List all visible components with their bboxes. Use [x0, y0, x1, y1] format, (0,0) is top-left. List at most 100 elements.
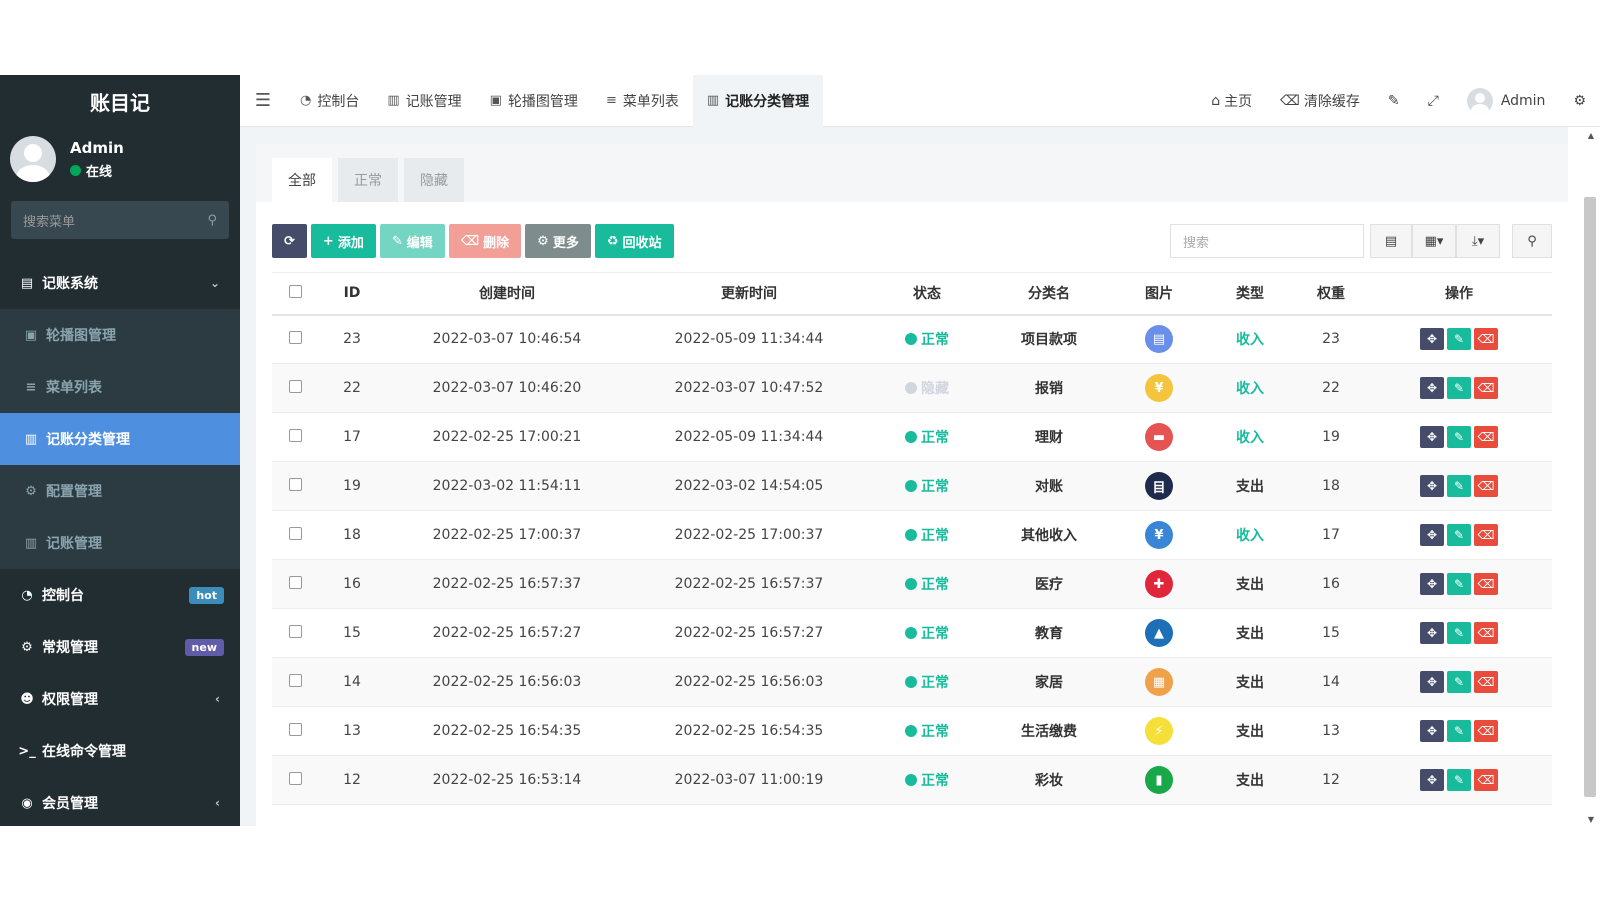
graduation-cap-icon[interactable]: ▲	[1145, 619, 1173, 647]
table-row[interactable]: 15 2022-02-25 16:57:27 2022-02-25 16:57:27…	[272, 608, 1552, 658]
col-image[interactable]: 图片	[1114, 272, 1204, 316]
col-status[interactable]: 状态	[870, 272, 984, 316]
yen-icon[interactable]: ¥	[1145, 521, 1173, 549]
cell-image[interactable]: ▲	[1114, 608, 1204, 658]
cell-image[interactable]: ¥	[1114, 363, 1204, 413]
cell-status[interactable]: 隐藏	[870, 363, 984, 413]
add-button[interactable]: + 添加	[310, 224, 376, 258]
drag-move-icon[interactable]: ✥	[1420, 720, 1444, 742]
fullscreen-button[interactable]: ⤢	[1414, 93, 1453, 109]
hamburger-menu-icon[interactable]: ☰	[240, 90, 286, 111]
sidebar-item-dashboard[interactable]: ◔ 控制台 hot	[0, 569, 240, 621]
col-name[interactable]: 分类名	[984, 272, 1114, 316]
cell-status[interactable]: 正常	[870, 412, 984, 462]
edit-row-button[interactable]: ✎	[1447, 377, 1471, 399]
document-icon[interactable]: ▤	[1145, 325, 1173, 354]
home-link[interactable]: ⌂ 主页	[1197, 91, 1266, 111]
tab-normal[interactable]: 正常	[338, 158, 398, 202]
row-checkbox[interactable]	[272, 559, 318, 609]
cell-image[interactable]: ¥	[1114, 510, 1204, 560]
cell-status[interactable]: 正常	[870, 461, 984, 511]
drag-move-icon[interactable]: ✥	[1420, 671, 1444, 693]
sidebar-item-config[interactable]: ⚙ 配置管理	[0, 465, 240, 517]
table-row[interactable]: 13 2022-02-25 16:54:35 2022-02-25 16:54:35…	[272, 706, 1552, 756]
receipt-icon[interactable]: ¥	[1145, 374, 1173, 402]
tab-menu-list[interactable]: ≡ 菜单列表	[592, 75, 693, 127]
sidebar-item-online-command[interactable]: >_ 在线命令管理	[0, 725, 240, 777]
sidebar-search-input[interactable]: 搜索菜单 ⚲	[11, 201, 229, 239]
drag-move-icon[interactable]: ✥	[1420, 573, 1444, 595]
tab-carousel[interactable]: ▣ 轮播图管理	[476, 75, 592, 127]
sidebar-item-general[interactable]: ⚙ 常规管理 new	[0, 621, 240, 673]
tab-accounting[interactable]: ▥ 记账管理	[373, 75, 475, 127]
delete-row-button[interactable]: ⌫	[1474, 377, 1498, 399]
lipstick-icon[interactable]: ▮	[1145, 766, 1173, 794]
tab-category-management[interactable]: ▥ 记账分类管理	[692, 75, 824, 127]
cell-status[interactable]: 正常	[870, 314, 984, 364]
col-created[interactable]: 创建时间	[386, 272, 628, 316]
delete-row-button[interactable]: ⌫	[1474, 328, 1498, 351]
tab-hidden[interactable]: 隐藏	[404, 158, 464, 202]
edit-row-button[interactable]: ✎	[1447, 524, 1471, 546]
page-scrollbar[interactable]: ▲ ▼	[1568, 127, 1600, 826]
cell-image[interactable]: ▮	[1114, 755, 1204, 805]
cell-image[interactable]: ▬	[1114, 412, 1204, 462]
ledger-icon[interactable]: 目	[1145, 472, 1173, 500]
cell-status[interactable]: 正常	[870, 510, 984, 560]
export-button[interactable]: ⤓▾	[1456, 224, 1500, 258]
row-checkbox[interactable]	[272, 510, 318, 560]
user-menu[interactable]: Admin	[1453, 88, 1560, 114]
sidebar-item-category-management[interactable]: ▥ 记账分类管理	[0, 413, 240, 465]
brand-logo[interactable]: 账目记	[0, 75, 240, 127]
refresh-button[interactable]: ⟳	[272, 224, 307, 258]
cell-status[interactable]: 正常	[870, 559, 984, 609]
sidebar-item-accounting[interactable]: ▥ 记账管理	[0, 517, 240, 569]
delete-row-button[interactable]: ⌫	[1474, 622, 1498, 644]
table-row[interactable]: 19 2022-03-02 11:54:11 2022-03-02 14:54:05…	[272, 461, 1552, 511]
cell-image[interactable]: ▦	[1114, 657, 1204, 707]
edit-row-button[interactable]: ✎	[1447, 720, 1471, 742]
delete-row-button[interactable]: ⌫	[1474, 769, 1498, 791]
table-search-input[interactable]: 搜索	[1170, 224, 1364, 258]
cell-status[interactable]: 正常	[870, 657, 984, 707]
edit-button[interactable]: ✎ 编辑	[379, 224, 445, 258]
table-row[interactable]: 14 2022-02-25 16:56:03 2022-02-25 16:56:03…	[272, 657, 1552, 707]
toggle-view-button[interactable]: ▤	[1370, 224, 1412, 258]
medical-cross-icon[interactable]: ✚	[1145, 570, 1173, 598]
table-row[interactable]: 12 2022-02-25 16:53:14 2022-03-07 11:00:19…	[272, 755, 1552, 805]
edit-row-button[interactable]: ✎	[1447, 769, 1471, 791]
cell-status[interactable]: 正常	[870, 608, 984, 658]
lightning-icon[interactable]: ⚡	[1145, 717, 1173, 745]
drag-move-icon[interactable]: ✥	[1420, 769, 1444, 791]
sidebar-group-accounting[interactable]: ▤ 记账系统 ⌄	[0, 257, 240, 309]
row-checkbox[interactable]	[272, 608, 318, 658]
row-checkbox[interactable]	[272, 314, 318, 364]
row-checkbox[interactable]	[272, 657, 318, 707]
drag-move-icon[interactable]: ✥	[1420, 524, 1444, 546]
search-icon[interactable]: ⚲	[207, 213, 217, 228]
scroll-up-icon[interactable]: ▲	[1588, 131, 1594, 140]
tab-all[interactable]: 全部	[272, 158, 332, 202]
clear-cache-button[interactable]: ⌫ 清除缓存	[1266, 91, 1374, 111]
table-row[interactable]: 23 2022-03-07 10:46:54 2022-05-09 11:34:44…	[272, 314, 1552, 364]
columns-button[interactable]: ▦▾	[1412, 224, 1456, 258]
drag-move-icon[interactable]: ✥	[1420, 328, 1444, 351]
col-id[interactable]: ID	[318, 272, 386, 316]
drag-move-icon[interactable]: ✥	[1420, 377, 1444, 399]
sidebar-item-members[interactable]: ◉ 会员管理 ‹	[0, 777, 240, 826]
row-checkbox[interactable]	[272, 755, 318, 805]
settings-button[interactable]: ⚙	[1559, 93, 1600, 109]
cell-image[interactable]: 目	[1114, 461, 1204, 511]
edit-row-button[interactable]: ✎	[1447, 573, 1471, 595]
table-row[interactable]: 18 2022-02-25 17:00:37 2022-02-25 17:00:37…	[272, 510, 1552, 560]
cell-status[interactable]: 正常	[870, 755, 984, 805]
cell-status[interactable]: 正常	[870, 706, 984, 756]
scrollbar-thumb[interactable]	[1584, 197, 1596, 797]
cell-image[interactable]: ✚	[1114, 559, 1204, 609]
cell-image[interactable]: ▤	[1114, 314, 1204, 364]
more-button[interactable]: ⚙ 更多	[525, 224, 591, 258]
drag-move-icon[interactable]: ✥	[1420, 426, 1444, 448]
table-row[interactable]: 22 2022-03-07 10:46:20 2022-03-07 10:47:52…	[272, 363, 1552, 413]
row-checkbox[interactable]	[272, 363, 318, 413]
col-updated[interactable]: 更新时间	[628, 272, 870, 316]
